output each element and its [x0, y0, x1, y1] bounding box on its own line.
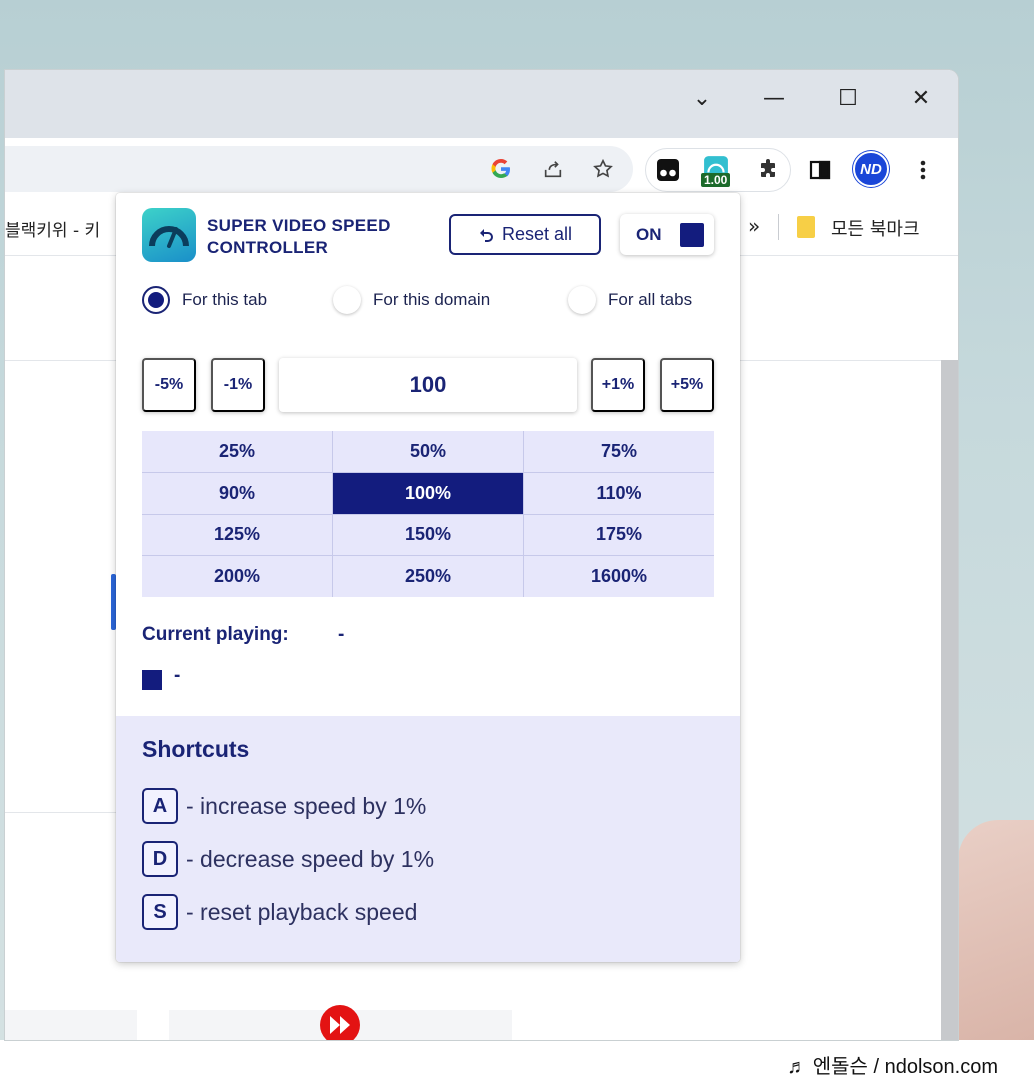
- preset-125-button[interactable]: 125%: [142, 514, 332, 556]
- extensions-group: 1.00: [645, 148, 791, 192]
- toggle-knob: [680, 223, 704, 247]
- address-bar[interactable]: [5, 146, 633, 192]
- page-divider: [5, 812, 125, 813]
- preset-110-button[interactable]: 110%: [524, 472, 714, 514]
- google-lens-icon[interactable]: [483, 151, 519, 187]
- browser-toolbar: 1.00 ND: [5, 138, 958, 200]
- app-title: SUPER VIDEO SPEED CONTROLLER: [207, 216, 391, 257]
- radio-checked: [142, 286, 170, 314]
- close-icon: ✕: [911, 85, 931, 111]
- bookmarks-overflow-button[interactable]: »: [748, 214, 760, 238]
- page-scrollbar[interactable]: [941, 360, 958, 1040]
- shortcut-row: D - decrease speed by 1%: [142, 841, 434, 877]
- radio-unchecked: [568, 286, 596, 314]
- desktop-wallpaper-detail: [958, 820, 1034, 1040]
- preset-90-button[interactable]: 90%: [142, 472, 332, 514]
- preset-100-button[interactable]: 100%: [333, 472, 523, 514]
- decrease-1-button[interactable]: -1%: [211, 358, 265, 412]
- fast-forward-button[interactable]: [319, 1004, 361, 1040]
- bookmarks-divider: [778, 214, 779, 240]
- increase-1-button[interactable]: +1%: [591, 358, 645, 412]
- profile-avatar[interactable]: ND: [853, 151, 889, 187]
- scope-for-this-tab[interactable]: For this tab: [142, 285, 267, 315]
- scope-for-this-domain[interactable]: For this domain: [333, 285, 490, 315]
- preset-1600-button[interactable]: 1600%: [524, 556, 714, 597]
- status-swatch-value: -: [174, 665, 181, 686]
- shortcut-row: A - increase speed by 1%: [142, 788, 426, 824]
- preset-50-button[interactable]: 50%: [333, 431, 523, 472]
- maximize-icon: ☐: [838, 85, 858, 111]
- fast-forward-icon: [320, 1005, 360, 1040]
- side-panel-icon[interactable]: [802, 152, 838, 188]
- shortcut-key: A: [142, 788, 178, 824]
- tab-search-button[interactable]: ⌄: [679, 78, 725, 118]
- reset-all-button[interactable]: Reset all: [449, 214, 601, 255]
- preset-175-button[interactable]: 175%: [524, 514, 714, 556]
- preset-75-button[interactable]: 75%: [524, 431, 714, 472]
- watermark: ♬ 엔돌슨 / ndolson.com: [787, 1056, 998, 1078]
- minimize-icon: —: [763, 85, 785, 111]
- folder-icon: [797, 216, 815, 238]
- shortcut-desc: - reset playback speed: [186, 898, 418, 925]
- increase-5-button[interactable]: +5%: [660, 358, 714, 412]
- share-icon[interactable]: [535, 151, 571, 187]
- preset-200-button[interactable]: 200%: [142, 556, 332, 597]
- shortcut-desc: - increase speed by 1%: [186, 792, 427, 819]
- speed-badge: 1.00: [701, 173, 731, 187]
- bookmark-star-icon[interactable]: [585, 151, 621, 187]
- more-menu-icon[interactable]: [905, 152, 941, 188]
- preset-250-button[interactable]: 250%: [333, 556, 523, 597]
- scope-for-all-tabs[interactable]: For all tabs: [568, 285, 692, 315]
- current-playing-value: -: [338, 624, 345, 645]
- speed-controller-popup: SUPER VIDEO SPEED CONTROLLER Reset all O…: [116, 193, 740, 962]
- shortcut-row: S - reset playback speed: [142, 894, 417, 930]
- shortcut-key: D: [142, 841, 178, 877]
- radio-unchecked: [333, 286, 361, 314]
- bookmark-item[interactable]: 블랙키위 - 키: [5, 216, 100, 241]
- close-button[interactable]: ✕: [898, 78, 944, 118]
- preset-speed-grid: 25% 50% 75% 90% 100% 110% 125% 150% 175% 200% 250%…: [142, 431, 714, 597]
- shortcuts-title: Shortcuts: [142, 736, 250, 762]
- preset-150-button[interactable]: 150%: [333, 514, 523, 556]
- speed-controller-extension-icon[interactable]: 1.00: [698, 150, 734, 187]
- tampermonkey-extension-icon[interactable]: [650, 152, 686, 188]
- status-swatch: [142, 670, 162, 690]
- current-playing-label: Current playing:: [142, 624, 289, 645]
- shortcut-key: S: [142, 894, 178, 930]
- shortcuts-panel: Shortcuts A - increase speed by 1% D - d…: [116, 716, 740, 962]
- chevron-down-icon: ⌄: [692, 85, 712, 111]
- page-card: [5, 1010, 137, 1040]
- on-off-toggle[interactable]: ON: [620, 214, 714, 255]
- shortcut-desc: - decrease speed by 1%: [186, 845, 435, 872]
- maximize-button[interactable]: ☐: [825, 78, 871, 118]
- title-bar: ⌄ — ☐ ✕: [5, 70, 958, 138]
- minimize-button[interactable]: —: [751, 78, 797, 118]
- speed-input[interactable]: [279, 358, 577, 412]
- speedometer-logo-icon: [142, 208, 196, 262]
- extensions-puzzle-icon[interactable]: [750, 152, 786, 188]
- preset-25-button[interactable]: 25%: [142, 431, 332, 472]
- all-bookmarks-button[interactable]: 모든 북마크: [831, 215, 920, 241]
- undo-icon: [479, 228, 493, 242]
- decrease-5-button[interactable]: -5%: [142, 358, 196, 412]
